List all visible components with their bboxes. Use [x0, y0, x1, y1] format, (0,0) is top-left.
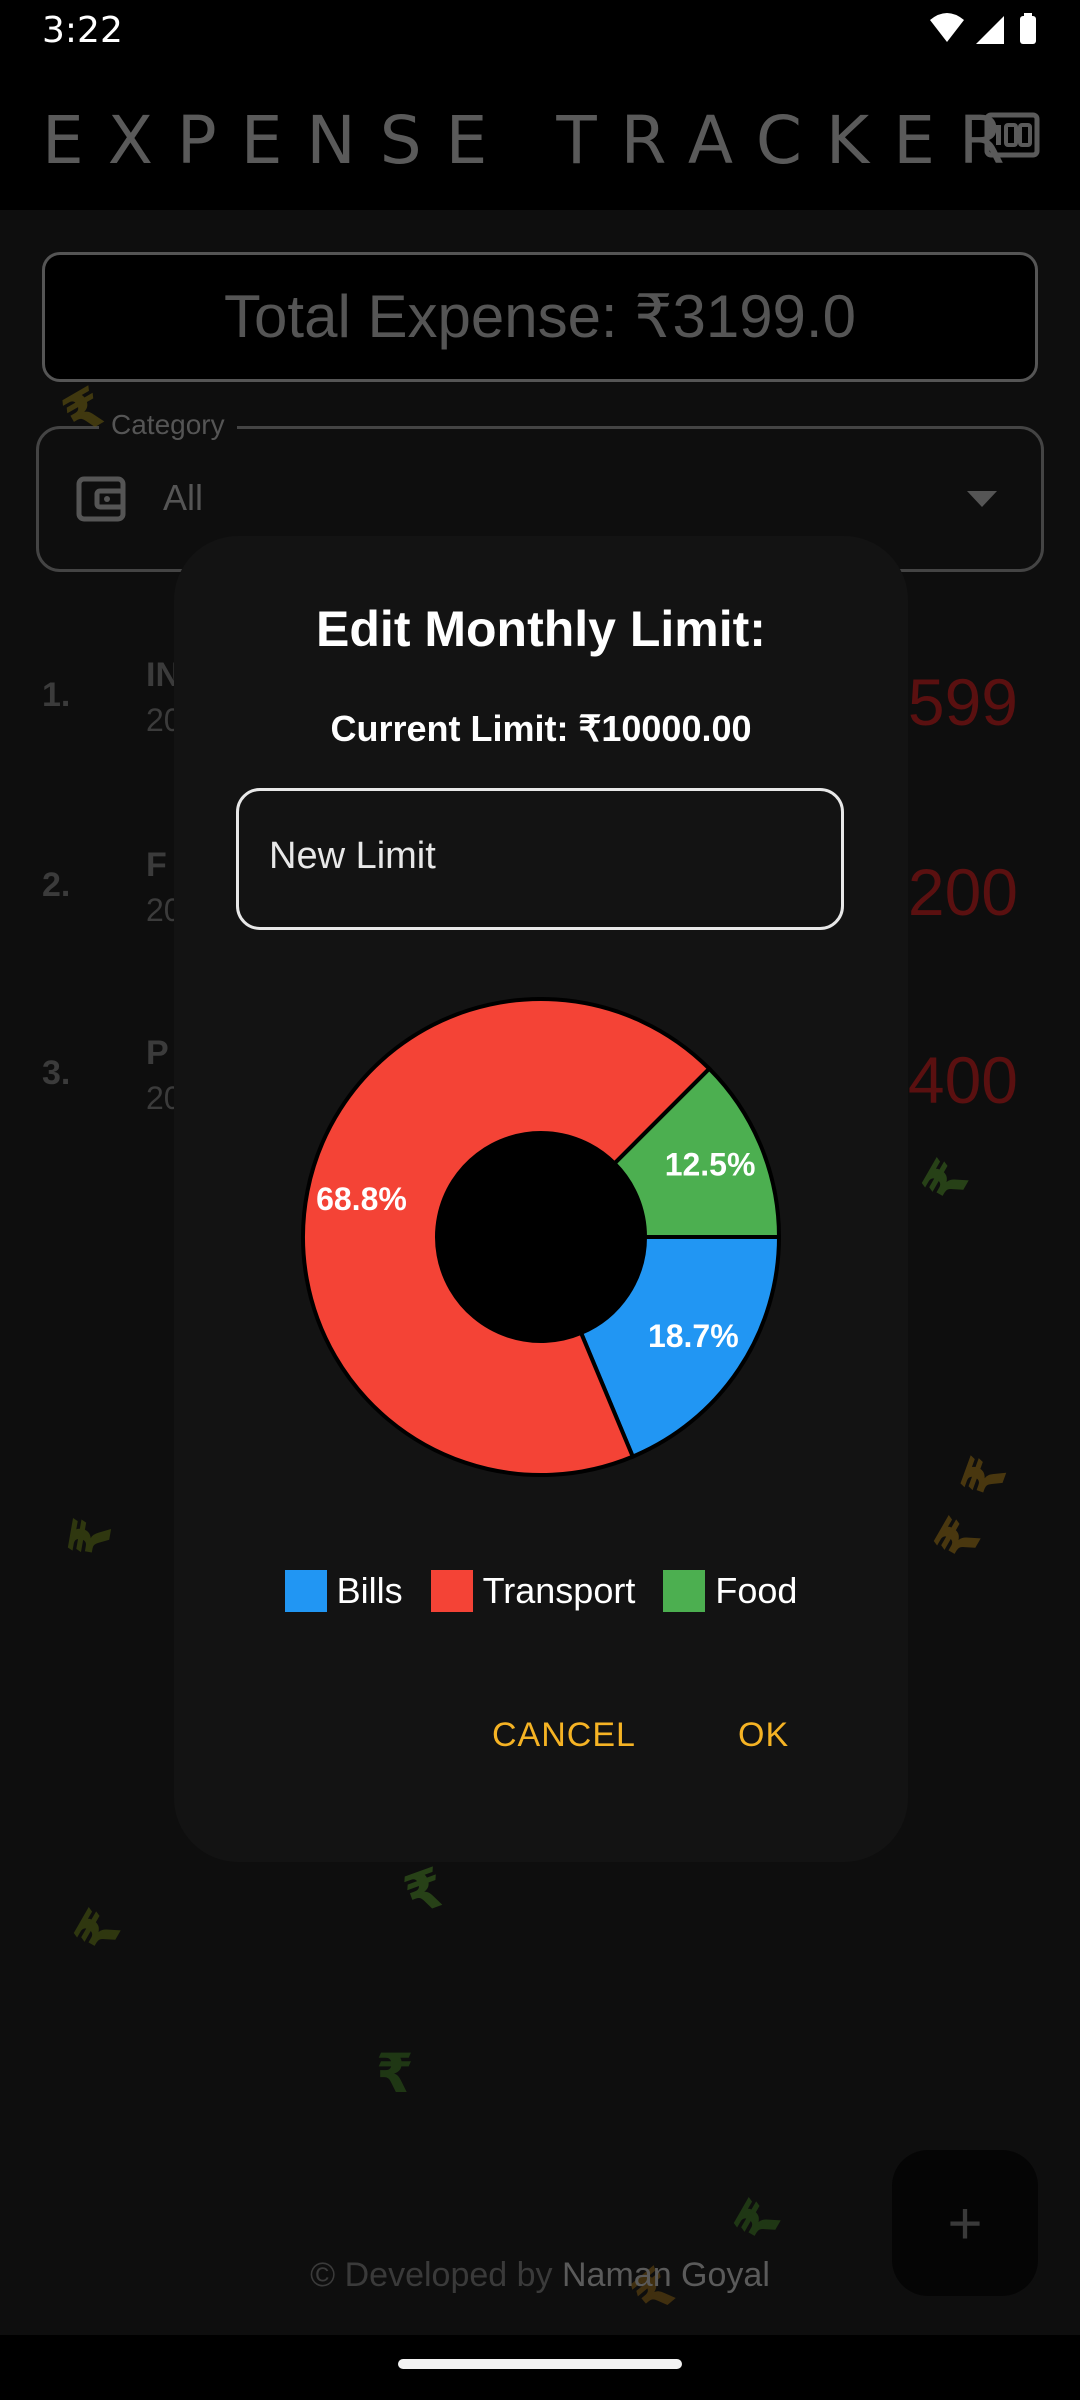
new-limit-input[interactable]: New Limit	[236, 788, 844, 930]
rupee-icon: ₹	[376, 2042, 414, 2105]
footer-author: Naman Goyal	[562, 2256, 770, 2294]
edit-limit-dialog: Edit Monthly Limit: Current Limit: ₹1000…	[174, 536, 908, 1862]
legend-swatch	[284, 1570, 327, 1612]
cancel-button[interactable]: CANCEL	[492, 1716, 636, 1755]
donut-label-food: 12.5%	[665, 1146, 756, 1182]
legend-label: Food	[715, 1570, 798, 1611]
category-label: Category	[99, 409, 237, 441]
rupee-icon: ₹	[948, 1449, 1021, 1506]
rupee-icon: ₹	[722, 2189, 796, 2254]
navigation-bar	[0, 2335, 1080, 2400]
footer-prefix: © Developed by	[310, 2256, 562, 2294]
row-title: P	[146, 1034, 169, 1072]
wifi-icon	[930, 13, 964, 42]
row-index: 2.	[42, 866, 71, 904]
legend-swatch	[663, 1570, 706, 1612]
legend-item-food: Food	[663, 1566, 797, 1616]
signal-icon	[976, 16, 1004, 44]
row-title: F	[146, 846, 167, 884]
legend-label: Transport	[482, 1570, 636, 1611]
row-index: 1.	[42, 676, 71, 714]
rupee-icon: ₹	[56, 1513, 126, 1562]
chart-legend: Bills Transport Food	[174, 1566, 908, 1616]
status-icons	[930, 13, 1036, 44]
app-bar: EXPENSE TRACKER	[0, 60, 1080, 210]
legend-label: Bills	[336, 1570, 403, 1611]
status-bar: 3:22	[0, 0, 1080, 60]
row-amount: 200	[907, 855, 1018, 929]
category-value: All	[163, 477, 204, 518]
footer-credit: © Developed by Naman Goyal	[0, 2256, 1080, 2295]
legend-swatch	[430, 1570, 473, 1612]
new-limit-label: New Limit	[269, 835, 436, 877]
donut-label-transport: 68.8%	[316, 1181, 407, 1217]
rupee-icon: ₹	[396, 1855, 454, 1928]
wallet-icon	[76, 476, 126, 522]
app-title: EXPENSE TRACKER	[42, 102, 1029, 179]
dialog-title: Edit Monthly Limit:	[316, 601, 766, 657]
rupee-icon: ₹	[922, 1507, 996, 1572]
current-limit-text: Current Limit: ₹10000.00	[330, 708, 752, 749]
row-amount: 400	[907, 1043, 1018, 1117]
limit-icon[interactable]	[984, 112, 1040, 158]
row-amount: 599	[907, 665, 1018, 739]
row-index: 3.	[42, 1054, 71, 1092]
status-time: 3:22	[42, 10, 123, 51]
dropdown-icon	[967, 491, 997, 507]
total-expense-card: Total Expense: ₹3199.0	[42, 252, 1038, 382]
rupee-icon: ₹	[62, 1899, 136, 1964]
donut-hole	[437, 1133, 645, 1341]
expense-donut-chart: 18.7% 68.8% 12.5%	[301, 997, 782, 1477]
total-expense-text: Total Expense: ₹3199.0	[224, 283, 856, 350]
home-gesture-handle[interactable]	[398, 2359, 682, 2369]
battery-icon	[1020, 16, 1036, 44]
rupee-icon: ₹	[910, 1149, 984, 1214]
legend-item-bills: Bills	[284, 1566, 403, 1616]
donut-label-bills: 18.7%	[648, 1318, 739, 1354]
legend-item-transport: Transport	[430, 1566, 636, 1616]
ok-button[interactable]: OK	[738, 1716, 789, 1755]
